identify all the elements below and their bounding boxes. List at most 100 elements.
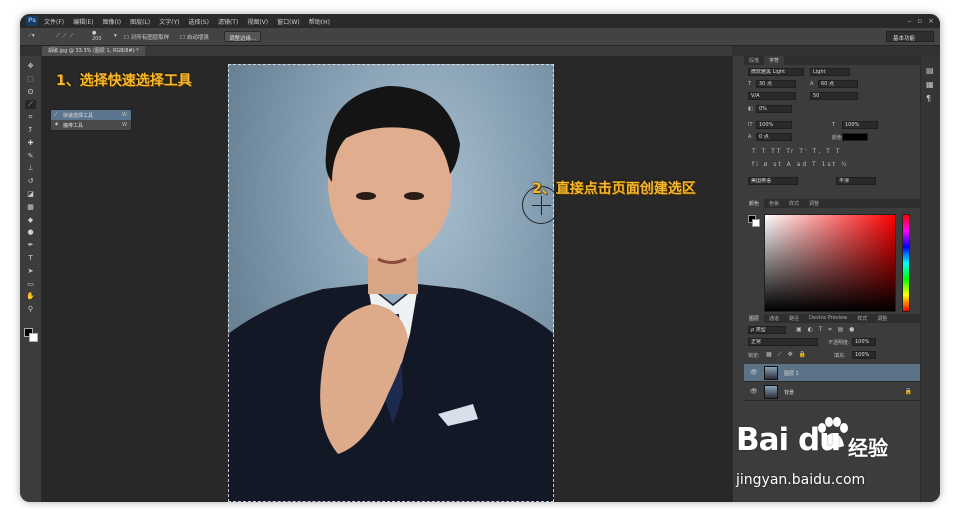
opacity-label: 不透明度: bbox=[828, 340, 850, 346]
toolbar-background-swatch[interactable] bbox=[29, 333, 38, 342]
document-tab[interactable]: 胡歌.jpg @ 33.3% (图层 1, RGB/8#) * bbox=[42, 46, 145, 56]
pen-icon[interactable]: ✒ bbox=[25, 241, 36, 250]
watermark-url: jingyan.baidu.com bbox=[736, 472, 866, 488]
font-family-select[interactable]: 微软雅黑 Light bbox=[748, 68, 804, 76]
tab-adjustments[interactable]: 调整 bbox=[804, 199, 824, 208]
tab-paths[interactable]: 路径 bbox=[784, 314, 804, 323]
path-selection-icon[interactable]: ➤ bbox=[25, 267, 36, 276]
tab-character[interactable]: 字符 bbox=[764, 56, 785, 65]
opacity-field[interactable]: 100% bbox=[852, 338, 876, 346]
menu-filter[interactable]: 滤镜(T) bbox=[218, 17, 238, 26]
gradient-icon[interactable]: ▦ bbox=[25, 203, 36, 212]
menu-image[interactable]: 图像(I) bbox=[103, 17, 121, 26]
tab-layer-adjustments[interactable]: 调整 bbox=[872, 314, 892, 323]
document-tab-bar bbox=[42, 46, 732, 56]
crop-icon[interactable]: ⌗ bbox=[25, 113, 36, 122]
layer-filter-select[interactable]: ρ 类型 bbox=[748, 326, 786, 334]
visibility-eye-icon[interactable]: 👁 bbox=[750, 388, 758, 395]
brush-icon[interactable]: ✎ bbox=[25, 152, 36, 161]
tab-swatches[interactable]: 色板 bbox=[764, 199, 784, 208]
text-color-swatch[interactable] bbox=[842, 133, 868, 141]
baseline-shift-field[interactable]: 0 点 bbox=[756, 133, 792, 141]
selection-mode-icons[interactable]: ⟋⟋⟋ bbox=[56, 33, 77, 40]
tracking-field[interactable]: 50 bbox=[810, 92, 858, 100]
tab-layers[interactable]: 图层 bbox=[744, 314, 765, 323]
menu-view[interactable]: 视图(V) bbox=[247, 17, 268, 26]
flyout-item-label: 快速选择工具 bbox=[63, 113, 94, 119]
tab-device-preview[interactable]: Device Preview bbox=[804, 314, 852, 323]
zoom-icon[interactable]: ⚲ bbox=[25, 305, 36, 314]
blend-mode-select[interactable]: 正常 bbox=[748, 338, 818, 346]
tab-color[interactable]: 颜色 bbox=[744, 199, 765, 208]
leading-field[interactable]: 60 点 bbox=[818, 80, 858, 88]
kerning-field[interactable]: V/A bbox=[748, 92, 796, 100]
marquee-icon[interactable]: ⬚ bbox=[25, 75, 36, 84]
auto-enhance-checkbox[interactable]: ☐ 自动增强 bbox=[180, 33, 209, 41]
eyedropper-icon[interactable]: ⵢ bbox=[25, 126, 36, 135]
color-picker-field[interactable] bbox=[764, 214, 896, 312]
layer-row[interactable]: 👁 图层 1 bbox=[744, 364, 920, 382]
annotation-step-2: 2、直接点击页面创建选区 bbox=[532, 181, 696, 197]
blur-icon[interactable]: ◆ bbox=[25, 216, 36, 225]
shape-icon[interactable]: ▭ bbox=[25, 280, 36, 289]
layers-panel-tabs: 图层 通道 路径 Device Preview 样式 调整 bbox=[744, 314, 920, 323]
type-icon[interactable]: T bbox=[25, 254, 36, 263]
tab-layer-styles[interactable]: 样式 bbox=[852, 314, 872, 323]
horizontal-scale-field[interactable]: 100% bbox=[842, 121, 878, 129]
font-size-field[interactable]: 30 点 bbox=[756, 80, 796, 88]
tab-channels[interactable]: 通道 bbox=[764, 314, 784, 323]
menu-window[interactable]: 窗口(W) bbox=[277, 17, 300, 26]
hand-icon[interactable]: ✋ bbox=[25, 292, 36, 301]
properties-panel-icon[interactable]: ▦ bbox=[926, 80, 934, 89]
brush-picker[interactable]: ● 200 bbox=[92, 30, 102, 42]
dodge-icon[interactable]: ● bbox=[25, 228, 36, 237]
menu-select[interactable]: 选择(S) bbox=[188, 17, 209, 26]
clone-stamp-icon[interactable]: ⊥ bbox=[25, 164, 36, 173]
minimize-icon[interactable]: – bbox=[908, 17, 912, 25]
layer-filter-icons[interactable]: ▣ ◐ T ⌗ ▤ ● bbox=[796, 326, 856, 334]
brush-options-icon[interactable]: ▾ bbox=[114, 33, 117, 39]
hue-slider[interactable] bbox=[902, 214, 910, 312]
menu-layer[interactable]: 图层(L) bbox=[130, 17, 150, 26]
font-style-select[interactable]: Light bbox=[810, 68, 850, 76]
language-select[interactable]: 美国英语 bbox=[748, 177, 798, 185]
vertical-scale-field[interactable]: 100% bbox=[756, 121, 792, 129]
tab-paragraph[interactable]: 段落 bbox=[744, 56, 764, 65]
tab-styles[interactable]: 样式 bbox=[784, 199, 804, 208]
lasso-icon[interactable]: ʘ bbox=[25, 88, 36, 97]
toolbar-color-swatches[interactable] bbox=[24, 328, 38, 342]
quick-selection-tool-preset-icon[interactable]: ⟋▾ bbox=[28, 33, 35, 40]
document-canvas-photo[interactable] bbox=[228, 64, 554, 502]
menu-edit[interactable]: 编辑(E) bbox=[73, 17, 93, 26]
sample-all-layers-checkbox[interactable]: ☐ 对所有图层取样 bbox=[124, 33, 169, 41]
annotation-step-1: 1、选择快速选择工具 bbox=[56, 73, 192, 89]
refine-edge-button[interactable]: 调整边缘... bbox=[224, 31, 262, 42]
eraser-icon[interactable]: ◪ bbox=[25, 190, 36, 199]
healing-brush-icon[interactable]: ✚ bbox=[25, 139, 36, 148]
lock-buttons[interactable]: ▦ ⟋ ✥ 🔒 bbox=[766, 351, 808, 359]
visibility-eye-icon[interactable]: 👁 bbox=[750, 369, 758, 376]
fill-label: 填充: bbox=[834, 353, 846, 359]
history-brush-icon[interactable]: ↺ bbox=[25, 177, 36, 186]
close-icon[interactable]: × bbox=[928, 17, 934, 25]
fill-field[interactable]: 100% bbox=[852, 351, 876, 359]
menu-file[interactable]: 文件(F) bbox=[44, 17, 64, 26]
maximize-icon[interactable]: ▫ bbox=[917, 17, 922, 25]
background-color-swatch[interactable] bbox=[752, 219, 760, 227]
canvas-area[interactable] bbox=[42, 56, 732, 502]
move-icon[interactable]: ✥ bbox=[25, 62, 36, 71]
history-panel-icon[interactable]: ▤ bbox=[926, 66, 934, 75]
tsume-field[interactable]: 0% bbox=[756, 105, 792, 113]
type-style-buttons[interactable]: T T TT Tr T' T, T T bbox=[752, 148, 841, 155]
quick-selection-icon[interactable]: ⟋ bbox=[25, 100, 36, 110]
menu-help[interactable]: 帮助(H) bbox=[309, 17, 330, 26]
layer-row[interactable]: 👁 背景 🔒 bbox=[744, 383, 920, 401]
opentype-buttons[interactable]: fi ø st A ad T 1st ½ bbox=[752, 161, 849, 168]
menu-type[interactable]: 文字(Y) bbox=[159, 17, 179, 26]
workspace-select[interactable]: 基本功能 bbox=[886, 31, 934, 42]
flyout-item-quick-selection[interactable]: ⟋ 快速选择工具 W bbox=[51, 110, 131, 120]
paragraph-panel-icon[interactable]: ¶ bbox=[926, 94, 931, 103]
antialias-select[interactable]: 平滑 bbox=[836, 177, 876, 185]
tsume-icon: ◧ bbox=[748, 106, 753, 112]
flyout-item-magic-wand[interactable]: ✶ 魔棒工具 W bbox=[51, 120, 131, 130]
